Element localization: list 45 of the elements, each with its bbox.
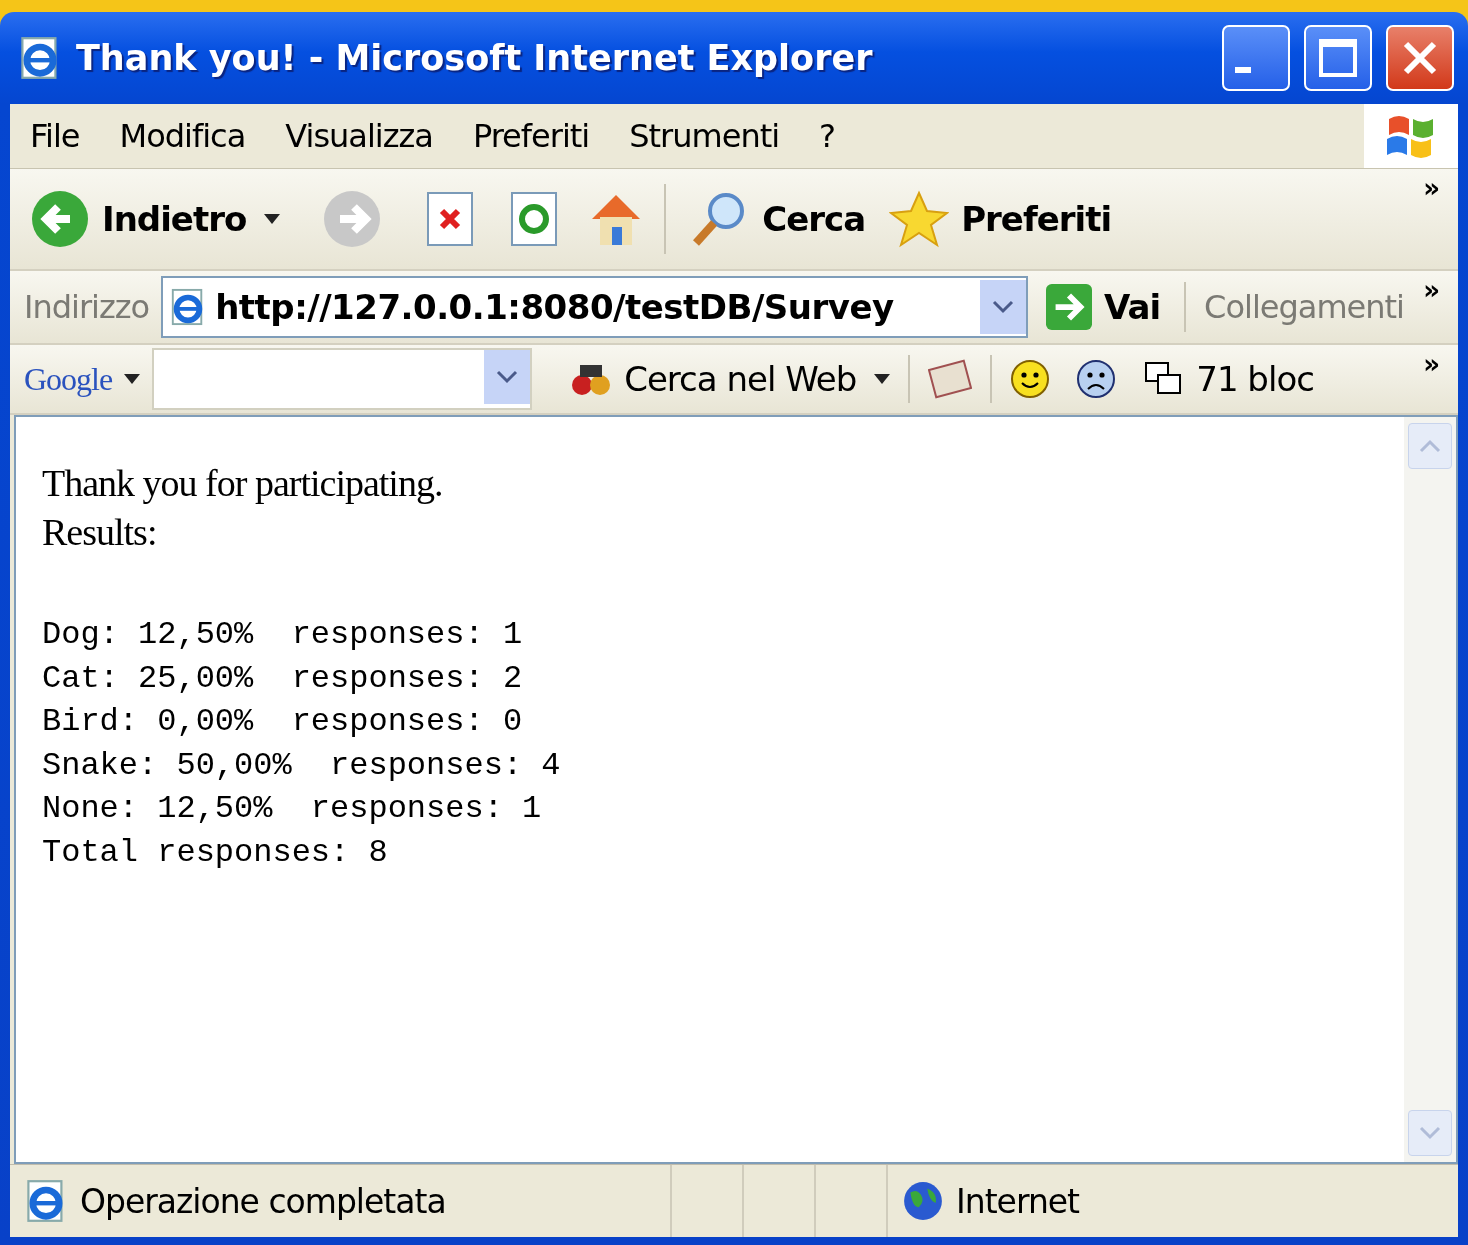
maximize-icon [1318, 38, 1358, 78]
result-line: Snake: 50,00% responses: 4 [42, 745, 562, 786]
address-label: Indirizzo [24, 288, 150, 326]
overflow-chevron[interactable]: » [1423, 173, 1440, 203]
dropdown-icon [992, 300, 1015, 314]
dropdown-icon [496, 370, 519, 384]
go-button[interactable]: Vai [1040, 284, 1167, 330]
star-icon [889, 189, 950, 249]
page-text: Thank you for participating. [42, 461, 444, 506]
menu-item[interactable]: ? [819, 117, 836, 155]
menu-item[interactable]: Strumenti [629, 117, 780, 155]
window-title: Thank you! - Microsoft Internet Explorer [76, 38, 874, 78]
overflow-chevron[interactable]: » [1423, 275, 1440, 305]
minimize-button[interactable] [1222, 25, 1290, 91]
popup-blocker-button[interactable]: 71 bloc [1138, 359, 1320, 399]
menu-item[interactable]: File [30, 117, 80, 155]
frown-icon[interactable] [1076, 359, 1117, 399]
back-button[interactable]: Indietro [24, 189, 253, 249]
favorites-button[interactable]: Preferiti [883, 189, 1118, 249]
security-zone: Internet [956, 1181, 1080, 1221]
menu-item[interactable]: Preferiti [472, 117, 590, 155]
status-message: Operazione completata [80, 1181, 446, 1221]
maximize-button[interactable] [1304, 25, 1372, 91]
google-search-field[interactable] [152, 348, 533, 410]
search-web-button[interactable]: Cerca nel Web [564, 359, 863, 399]
result-line: Cat: 25,00% responses: 2 [42, 658, 524, 699]
result-line: None: 12,50% responses: 1 [42, 789, 543, 829]
overflow-chevron[interactable]: » [1423, 349, 1440, 379]
globe-icon [902, 1180, 944, 1222]
caret-icon [264, 214, 281, 224]
address-field[interactable]: http://127.0.0.1:8080/testDB/Survey [161, 276, 1029, 338]
close-button[interactable] [1386, 25, 1454, 91]
caret-icon [874, 374, 891, 384]
page-text: Results: [42, 510, 158, 555]
result-line: Dog: 12,50% responses: 1 [42, 615, 524, 655]
menu-item[interactable]: Visualizza [285, 117, 433, 155]
google-logo[interactable]: Google [24, 360, 113, 398]
links-label[interactable]: Collegamenti [1204, 288, 1404, 326]
result-line: Total responses: 8 [42, 832, 389, 873]
caret-icon [124, 374, 141, 384]
minimize-icon [1235, 67, 1251, 73]
result-line: Bird: 0,00% responses: 0 [42, 702, 524, 742]
menu-item[interactable]: Modifica [119, 117, 246, 155]
search-button[interactable]: Cerca [684, 189, 872, 249]
smiley-icon[interactable] [1010, 359, 1051, 399]
